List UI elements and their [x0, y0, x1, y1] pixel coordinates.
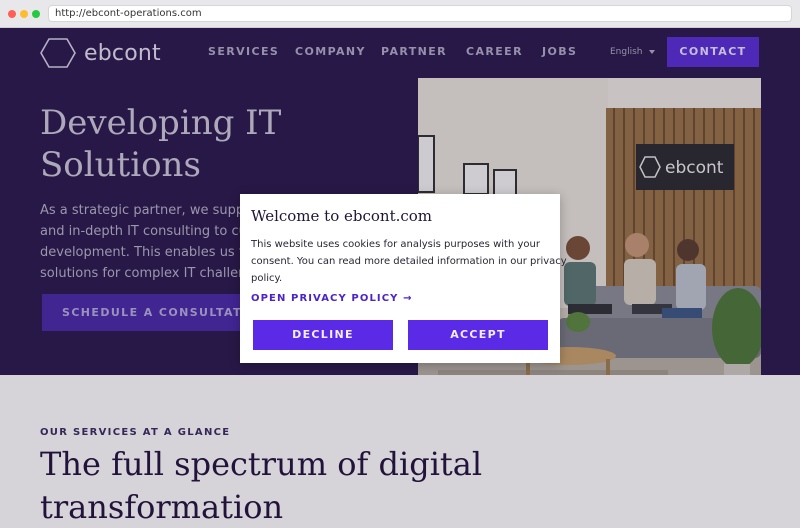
close-window-icon[interactable]: [8, 10, 16, 18]
cookie-dialog-text: This website uses cookies for analysis p…: [251, 236, 567, 287]
maximize-window-icon[interactable]: [32, 10, 40, 18]
minimize-window-icon[interactable]: [20, 10, 28, 18]
address-bar[interactable]: http://ebcont-operations.com: [48, 5, 792, 22]
cookie-text-line: This website uses cookies for analysis p…: [251, 239, 540, 250]
cookie-consent-dialog: Welcome to ebcont.com This website uses …: [240, 194, 567, 363]
browser-toolbar: http://ebcont-operations.com: [0, 0, 800, 28]
accept-button[interactable]: ACCEPT: [408, 320, 548, 350]
cookie-text-line: consent. You can read more detailed info…: [251, 256, 567, 267]
cookie-text-line: policy.: [251, 273, 283, 284]
page: ebcont SERVICES COMPANY PARTNER CAREER J…: [0, 28, 800, 528]
cookie-dialog-title: Welcome to ebcont.com: [251, 207, 433, 225]
open-privacy-policy-link[interactable]: OPEN PRIVACY POLICY →: [251, 293, 413, 304]
decline-button[interactable]: DECLINE: [253, 320, 393, 350]
